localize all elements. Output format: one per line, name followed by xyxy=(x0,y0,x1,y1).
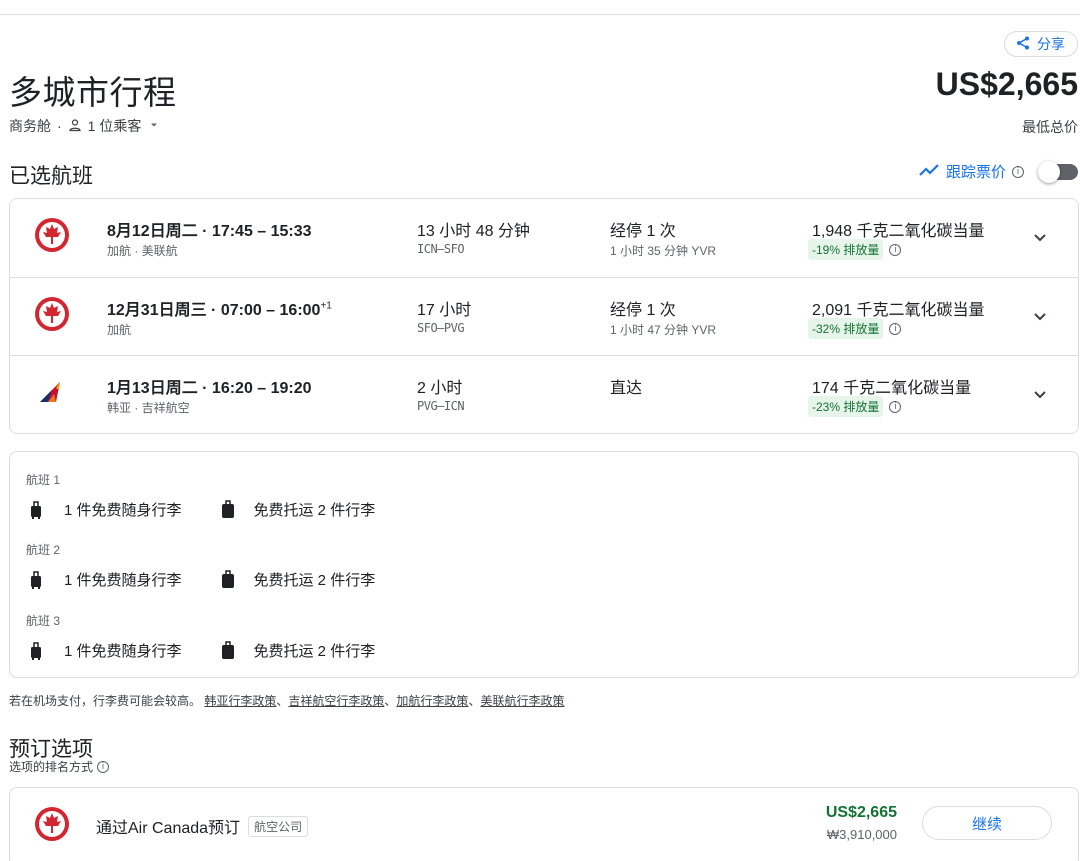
flights-card: 8月12日周二 · 17:45 – 15:33 加航 · 美联航 13 小时 4… xyxy=(9,198,1079,434)
info-icon[interactable]: i xyxy=(97,760,110,773)
flight-stop-detail: 1 小时 35 分钟 YVR xyxy=(610,244,717,258)
price-note: 最低总价 xyxy=(1022,119,1078,135)
total-price: US$2,665 xyxy=(935,66,1078,102)
booking-option-card: 通过Air Canada预订 航空公司 US$2,665 ₩3,910,000 … xyxy=(9,787,1079,861)
policy-prefix: 若在机场支付，行李费可能会较高。 xyxy=(9,694,202,708)
cabin-class: 商务舱 xyxy=(9,118,51,134)
flight-co2: 1,948 千克二氧化碳当量 xyxy=(812,223,985,240)
emission-badge: -32% 排放量 i xyxy=(808,318,902,339)
selected-flights-title: 已选航班 xyxy=(9,165,93,188)
carry-on-bag-icon xyxy=(26,570,46,590)
checked-bag-icon xyxy=(218,640,238,661)
flight-time: 1月13日周二 · 16:20 – 19:20 xyxy=(107,380,312,397)
baggage-flight-label: 航班 2 xyxy=(26,543,61,557)
carry-on-bag-icon xyxy=(26,641,46,661)
chevron-down-icon[interactable] xyxy=(1030,227,1050,247)
flight-airline: 韩亚 · 吉祥航空 xyxy=(107,401,190,415)
flight-airline: 加航 xyxy=(107,323,132,337)
flight-co2: 2,091 千克二氧化碳当量 xyxy=(812,302,985,319)
checked-bag-icon xyxy=(218,569,238,590)
policy-link-asiana[interactable]: 韩亚行李政策 xyxy=(204,694,276,708)
baggage-flight-label: 航班 3 xyxy=(26,614,61,628)
policy-link-juneyao[interactable]: 吉祥航空行李政策 xyxy=(288,694,384,708)
checked-bag-text: 免费托运 2 件行李 xyxy=(253,643,376,660)
page-title: 多城市行程 xyxy=(9,74,177,111)
top-divider xyxy=(0,14,1080,15)
price-krw: ₩3,910,000 xyxy=(826,827,897,842)
trip-summary: 商务舱 · 1 位乘客 xyxy=(9,116,161,136)
trend-icon xyxy=(918,162,940,182)
flight-duration: 17 小时 xyxy=(417,302,472,319)
checked-bag-text: 免费托运 2 件行李 xyxy=(253,502,376,519)
emission-badge: -23% 排放量 i xyxy=(808,396,902,417)
carry-on-text: 1 件免费随身行李 xyxy=(64,643,182,660)
person-icon xyxy=(68,118,82,135)
air-canada-logo xyxy=(34,217,70,253)
toggle-knob xyxy=(1038,160,1060,183)
carry-on-bag-icon xyxy=(26,500,46,520)
continue-button[interactable]: 继续 xyxy=(922,806,1052,840)
booking-option-name: 通过Air Canada预订 航空公司 xyxy=(96,814,309,838)
flight-stop-detail: 1 小时 47 分钟 YVR xyxy=(610,323,717,337)
flight-time: 12月31日周三 · 07:00 – 16:00+1 xyxy=(107,300,332,319)
passenger-selector[interactable]: 1 位乘客 xyxy=(68,116,162,136)
share-icon xyxy=(1015,35,1031,54)
info-icon[interactable]: i xyxy=(889,322,902,335)
flight-row[interactable]: 8月12日周二 · 17:45 – 15:33 加航 · 美联航 13 小时 4… xyxy=(10,199,1078,277)
flight-stops: 经停 1 次 xyxy=(610,223,676,240)
flight-duration: 2 小时 xyxy=(417,380,463,397)
track-label: 跟踪票价 xyxy=(945,164,1006,181)
flight-time: 8月12日周二 · 17:45 – 15:33 xyxy=(107,223,312,240)
checked-bag-icon xyxy=(218,499,238,520)
baggage-line: 1 件免费随身行李 免费托运 2 件行李 xyxy=(26,499,375,520)
baggage-card: 航班 1 1 件免费随身行李 免费托运 2 件行李 航班 2 1 件免费随身行李… xyxy=(9,451,1079,678)
price-usd: US$2,665 xyxy=(825,804,897,821)
booking-sort-info[interactable]: 选项的排名方式 i xyxy=(9,758,110,775)
checked-bag-text: 免费托运 2 件行李 xyxy=(253,572,376,589)
airline-tag: 航空公司 xyxy=(248,815,309,837)
flight-co2: 174 千克二氧化碳当量 xyxy=(812,380,972,397)
emission-badge: -19% 排放量 i xyxy=(808,239,902,260)
chevron-down-icon[interactable] xyxy=(1030,384,1050,404)
baggage-line: 1 件免费随身行李 免费托运 2 件行李 xyxy=(26,569,375,590)
track-prices[interactable]: 跟踪票价 i xyxy=(918,160,1078,183)
info-icon[interactable]: i xyxy=(1012,165,1024,178)
policy-link-united[interactable]: 美联航行李政策 xyxy=(480,694,564,708)
booking-price: US$2,665 ₩3,910,000 xyxy=(826,804,897,842)
asiana-logo xyxy=(34,374,70,410)
air-canada-logo xyxy=(34,296,70,332)
share-label: 分享 xyxy=(1037,36,1065,52)
track-toggle[interactable] xyxy=(1038,160,1078,183)
carry-on-text: 1 件免费随身行李 xyxy=(64,502,182,519)
baggage-policy-note: 若在机场支付，行李费可能会较高。 韩亚行李政策、吉祥航空行李政策、加航行李政策、… xyxy=(9,694,565,708)
carry-on-text: 1 件免费随身行李 xyxy=(64,572,182,589)
sort-label: 选项的排名方式 xyxy=(9,760,94,774)
policy-link-air-canada[interactable]: 加航行李政策 xyxy=(396,694,468,708)
share-button[interactable]: 分享 xyxy=(1004,31,1078,57)
dot-separator: · xyxy=(57,118,62,134)
chevron-down-icon[interactable] xyxy=(1030,306,1050,326)
info-icon[interactable]: i xyxy=(889,400,902,413)
flight-route: ICN–SFO xyxy=(417,242,465,256)
baggage-line: 1 件免费随身行李 免费托运 2 件行李 xyxy=(26,640,375,661)
flight-stops: 直达 xyxy=(610,380,643,397)
flight-airline: 加航 · 美联航 xyxy=(107,244,178,258)
passenger-count: 1 位乘客 xyxy=(87,118,142,134)
air-canada-logo xyxy=(34,806,70,842)
info-icon[interactable]: i xyxy=(889,243,902,256)
flight-route: SFO–PVG xyxy=(417,321,465,335)
flight-row[interactable]: 1月13日周二 · 16:20 – 19:20 韩亚 · 吉祥航空 2 小时 P… xyxy=(10,355,1078,433)
flight-row[interactable]: 12月31日周三 · 07:00 – 16:00+1 加航 17 小时 SFO–… xyxy=(10,277,1078,355)
flight-stops: 经停 1 次 xyxy=(610,302,676,319)
flight-route: PVG–ICN xyxy=(417,399,465,413)
flight-duration: 13 小时 48 分钟 xyxy=(417,223,530,240)
baggage-flight-label: 航班 1 xyxy=(26,473,61,487)
caret-down-icon xyxy=(147,118,161,135)
